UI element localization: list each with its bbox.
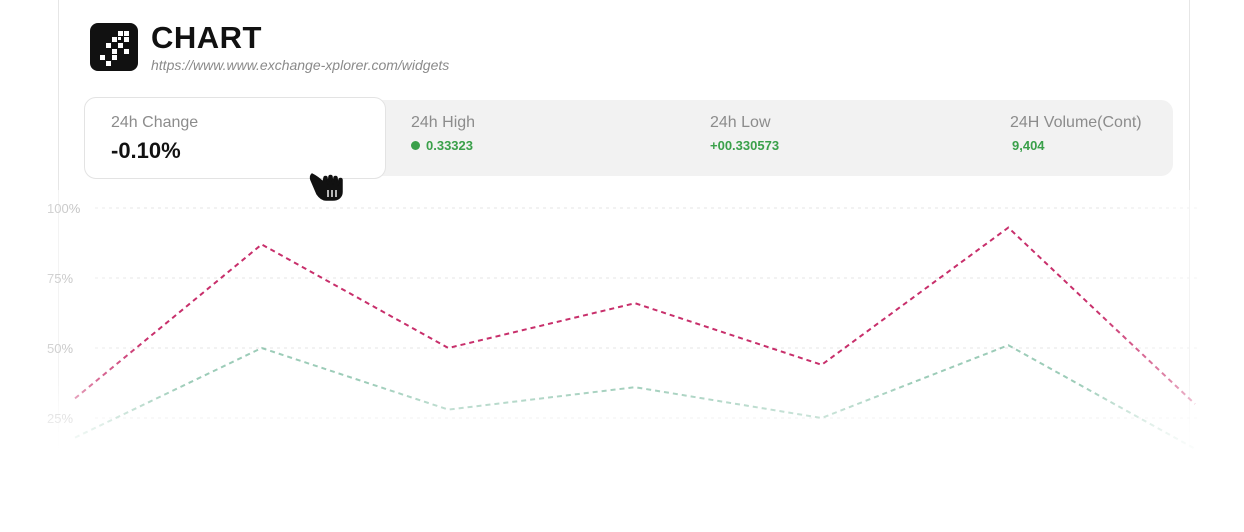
y-tick-label: 50% bbox=[47, 341, 73, 356]
hand-cursor-icon bbox=[309, 173, 343, 201]
y-tick-label: 75% bbox=[47, 271, 73, 286]
y-tick-label: 25% bbox=[47, 411, 73, 426]
series-line-0 bbox=[74, 226, 1196, 405]
series-line-1 bbox=[74, 344, 1196, 450]
line-chart: 100% 75% 50% 25% bbox=[0, 0, 1244, 531]
y-tick-label: 100% bbox=[47, 201, 81, 216]
